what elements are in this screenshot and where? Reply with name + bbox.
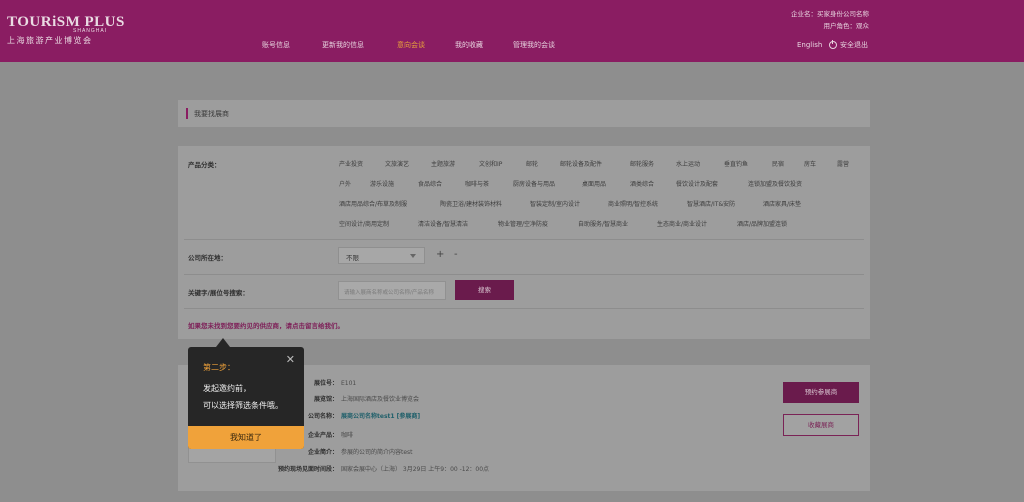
- keyword-search-input[interactable]: 请输入展商名称或公司名称/产品名称: [338, 281, 446, 300]
- got-it-button[interactable]: 我知道了: [188, 426, 304, 449]
- filter-panel: 产品分类： 产业投资 文旅演艺 主题旅游 文创和IP 邮轮 邮轮设备及配件 邮轮…: [178, 146, 870, 339]
- exhibition-value: 上海国际酒店及餐饮业博览会: [341, 396, 420, 403]
- category-item[interactable]: 水上运动: [676, 159, 700, 168]
- location-label: 公司所在地：: [188, 254, 227, 262]
- product-value: 咖啡: [341, 432, 354, 439]
- category-item[interactable]: 清洁设备/智慧清洁: [418, 219, 468, 228]
- title-accent-bar: [186, 108, 188, 119]
- tooltip-title: 第二步：: [203, 363, 235, 372]
- add-location-button[interactable]: +: [436, 249, 444, 260]
- guide-tooltip: 第二步： ✕ 发起邀约前， 可以选择筛选条件哦。 我知道了: [188, 338, 304, 449]
- logo-cn-text: 上海旅游产业博览会: [7, 36, 93, 45]
- category-item[interactable]: 空间设计/商用定制: [339, 219, 389, 228]
- category-item[interactable]: 生态商业/商业设计: [657, 219, 707, 228]
- category-item[interactable]: 餐饮设计及配套: [676, 179, 718, 188]
- chevron-down-icon: [410, 254, 416, 258]
- meeting-time-row: 预约现场见面时间段： 国家会展中心（上海） 3月29日 上午9：00 -12：00…: [278, 464, 490, 473]
- booth-value: E101: [341, 380, 357, 387]
- category-item[interactable]: 商业照明/智控系统: [608, 199, 658, 208]
- nav-intended-meetings[interactable]: 意向会谈: [397, 40, 425, 50]
- company-name-link[interactable]: 展商公司名称test1 [参展商]: [341, 413, 420, 420]
- category-item[interactable]: 陶瓷卫浴/建材装饰材料: [440, 199, 502, 208]
- divider: [184, 308, 864, 309]
- category-item[interactable]: 桌面用品: [582, 179, 606, 188]
- logout-label: 安全退出: [840, 41, 868, 49]
- meeting-time-value: 国家会展中心（上海） 3月29日 上午9：00 -12：00点: [341, 466, 490, 473]
- category-item[interactable]: 咖啡与茶: [465, 179, 489, 188]
- user-info: 企业名：买家身份公司名称 用户角色：观众: [791, 8, 869, 32]
- category-item[interactable]: 连锁加盟及餐饮投资: [748, 179, 802, 188]
- category-label: 产品分类：: [188, 161, 221, 169]
- category-item[interactable]: 产业投资: [339, 159, 363, 168]
- category-item[interactable]: 邮轮服务: [630, 159, 654, 168]
- category-item[interactable]: 户外: [339, 179, 351, 188]
- category-item[interactable]: 邮轮设备及配件: [560, 159, 602, 168]
- tooltip-line-2: 可以选择筛选条件哦。: [203, 401, 283, 410]
- company-name-label: 企业名：买家身份公司名称: [791, 10, 869, 18]
- divider: [184, 239, 864, 240]
- category-item[interactable]: 酒店/品牌加盟连锁: [737, 219, 787, 228]
- category-item[interactable]: 智装定制/室内设计: [530, 199, 580, 208]
- category-item[interactable]: 自助服务/智慧商业: [578, 219, 628, 228]
- logo-sub-text: SHANGHAI: [73, 28, 108, 34]
- tooltip-line-1: 发起邀约前，: [203, 384, 251, 393]
- category-item[interactable]: 厨房设备与用品: [513, 179, 555, 188]
- top-header: TOURiSM PLUS SHANGHAI 上海旅游产业博览会 账号信息 更新我…: [0, 0, 1024, 62]
- brand-logo[interactable]: TOURiSM PLUS SHANGHAI 上海旅游产业博览会: [7, 14, 125, 46]
- remove-location-button[interactable]: -: [454, 249, 458, 260]
- power-icon: [829, 40, 837, 49]
- intro-value: 参展的公司的简介内容test: [341, 449, 413, 456]
- category-item[interactable]: 酒店家具/床垫: [763, 199, 801, 208]
- nav-update-info[interactable]: 更新我的信息: [322, 40, 364, 50]
- category-item[interactable]: 民宿: [772, 159, 784, 168]
- logo-main-text: TOURiSM PLUS: [7, 14, 125, 30]
- exhibition-row: 展览馆： 上海国际酒店及餐饮业博览会: [288, 394, 419, 403]
- user-role-label: 用户角色：观众: [823, 22, 870, 30]
- nav-my-favorites[interactable]: 我的收藏: [455, 40, 483, 50]
- keyword-label: 关键字/展位号搜索：: [188, 289, 249, 297]
- book-exhibitor-button[interactable]: 预约参展商: [783, 382, 859, 403]
- close-icon[interactable]: ✕: [286, 353, 295, 366]
- location-select-value: 不限: [346, 254, 359, 262]
- category-item[interactable]: 食品综合: [418, 179, 442, 188]
- nav-account-info[interactable]: 账号信息: [262, 40, 290, 50]
- category-item[interactable]: 酒类综合: [630, 179, 654, 188]
- tooltip-body: 发起邀约前， 可以选择筛选条件哦。: [203, 380, 283, 414]
- category-item[interactable]: 智慧酒店/IT&安防: [687, 199, 735, 208]
- category-item[interactable]: 露营: [837, 159, 849, 168]
- logout-button[interactable]: 安全退出: [829, 40, 868, 50]
- intro-row: 企业简介： 参展的公司的简介内容test: [288, 447, 413, 456]
- language-switch[interactable]: English: [797, 41, 822, 49]
- nav-manage-meetings[interactable]: 管理我的会谈: [513, 40, 555, 50]
- category-item[interactable]: 游乐设施: [370, 179, 394, 188]
- category-item[interactable]: 房车: [804, 159, 816, 168]
- meeting-time-label: 预约现场见面时间段：: [277, 466, 338, 473]
- category-item[interactable]: 文创和IP: [479, 159, 502, 168]
- location-select[interactable]: 不限: [338, 247, 425, 264]
- page-title: 我要找展商: [194, 110, 229, 118]
- category-item[interactable]: 垂直钓鱼: [724, 159, 748, 168]
- category-item[interactable]: 文旅演艺: [385, 159, 409, 168]
- search-button[interactable]: 搜索: [455, 280, 514, 300]
- page-title-panel: 我要找展商: [178, 100, 870, 127]
- category-item[interactable]: 酒店用品综合/布草及制服: [339, 199, 407, 208]
- category-item[interactable]: 邮轮: [526, 159, 538, 168]
- favorite-exhibitor-button[interactable]: 收藏展商: [783, 414, 859, 436]
- category-item[interactable]: 物业管理/空净防疫: [498, 219, 548, 228]
- divider: [184, 274, 864, 275]
- company-row: 公司名称： 展商公司名称test1 [参展商]: [288, 411, 420, 420]
- contact-notice-link[interactable]: 如果您未找到您要约见的供应商，请点击留言给我们。: [188, 320, 344, 330]
- category-item[interactable]: 主题旅游: [431, 159, 455, 168]
